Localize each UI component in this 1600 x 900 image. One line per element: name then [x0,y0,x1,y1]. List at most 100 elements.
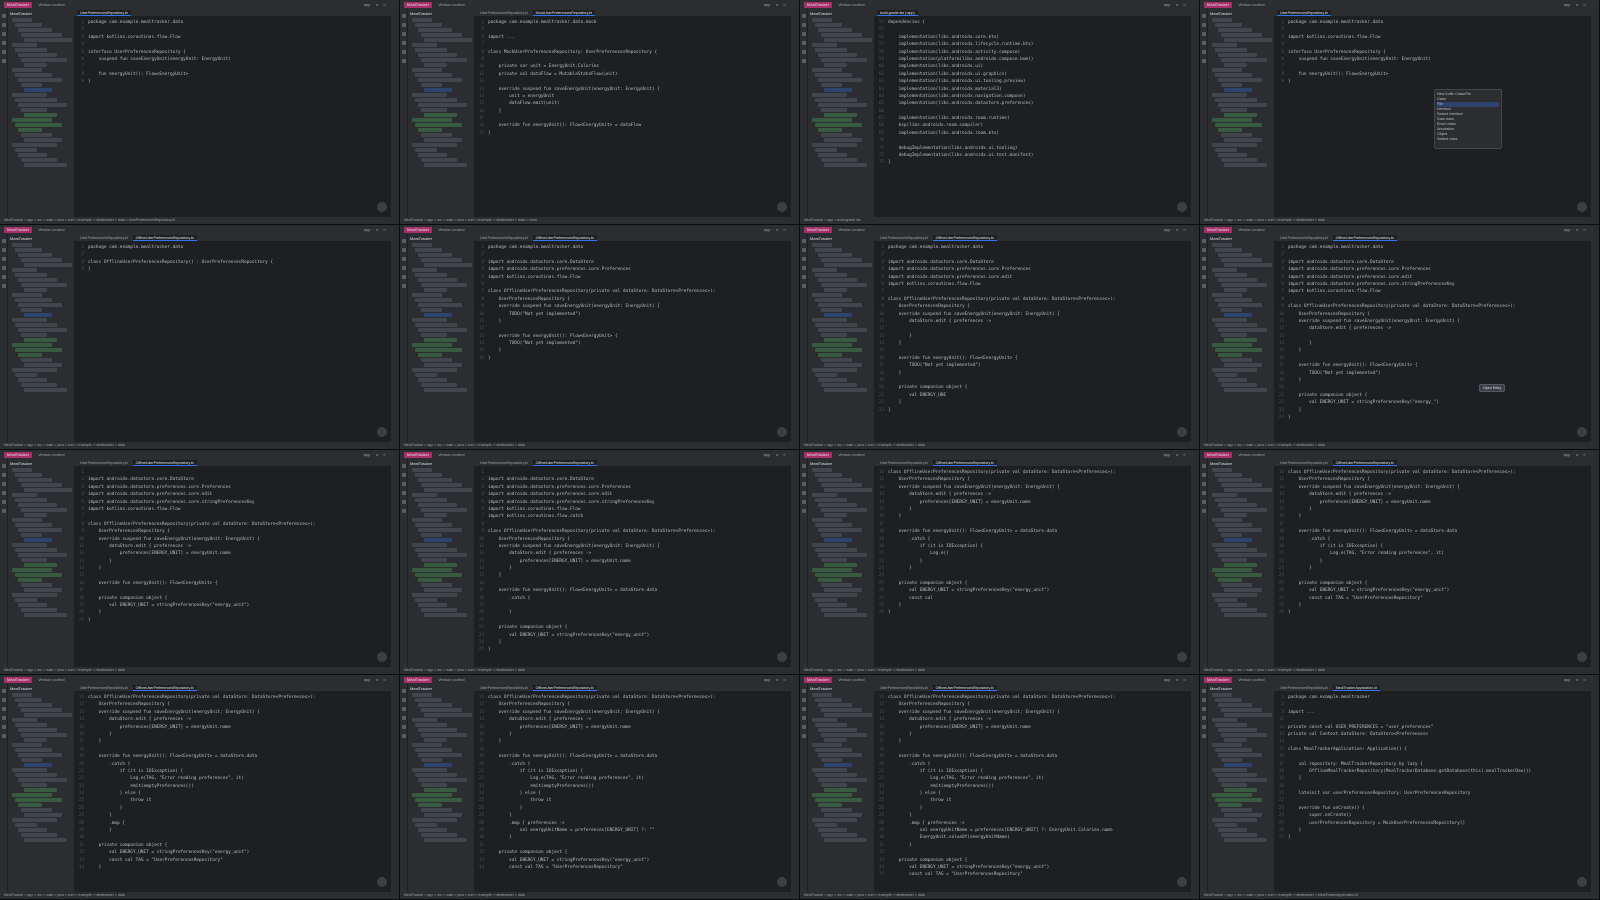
project-tree-row[interactable] [18,603,47,607]
code-line[interactable]: 24 } else { [874,790,1191,797]
code-text[interactable]: import androidx.datastore.preferences.co… [88,491,391,498]
code-text[interactable]: package com.example.mealtracker [1288,694,1591,701]
code-line[interactable]: 15 [74,572,391,579]
project-tree-row[interactable] [812,318,847,322]
toolbar-icons[interactable]: ▶ ⚙ ⋮ [776,677,795,682]
ai-assistant-icon[interactable] [1577,652,1587,662]
project-tree-row[interactable] [21,158,57,162]
code-line[interactable]: 13 override suspend fun saveEnergyUnit(e… [474,709,791,716]
code-text[interactable]: dataStore.edit { preferences -> [888,491,1191,498]
code-line[interactable]: 19 [474,602,791,609]
project-tree-row[interactable] [1224,613,1267,617]
code-line[interactable]: 14 [1274,738,1591,745]
toolbar-icons[interactable]: ▶ ⚙ ⋮ [776,452,795,457]
code-text[interactable]: dataStore.edit { preferences -> [1288,491,1591,498]
project-tree-row[interactable] [421,133,452,137]
vcs-widget[interactable]: Version control [838,452,864,457]
project-tree-row[interactable] [415,573,462,577]
code-text[interactable]: class OfflineUserPreferencesRepository(p… [888,296,1191,303]
project-tree-row[interactable] [12,43,37,47]
code-text[interactable] [488,617,791,624]
project-tree-row[interactable] [21,733,67,737]
code-text[interactable]: dataStore.edit { preferences -> [888,716,1191,723]
code-text[interactable]: val ENERGY_UNIT = stringPreferencesKey("… [1288,399,1591,406]
code-line[interactable]: 67 implementation(libs.androidx.room.run… [874,115,1191,122]
project-tree-row[interactable] [1224,738,1247,742]
code-line[interactable]: 32 [874,849,1191,856]
code-line[interactable]: 15 preferences[ENERGY_UNIT] = energyUnit… [874,724,1191,731]
project-tree-row[interactable] [24,538,52,542]
project-tree-row[interactable] [1212,693,1232,697]
code-text[interactable]: dataStore.edit { preferences -> [488,716,791,723]
code-text[interactable]: package com.example.mealtracker.data [888,244,1191,251]
project-tree-row[interactable] [1224,388,1267,392]
code-text[interactable]: Log.e() [888,550,1191,557]
code-text[interactable]: unit = energyUnit [488,93,791,100]
project-tree-row[interactable] [824,488,872,492]
project-tree-row[interactable] [18,353,42,357]
project-switcher[interactable]: MealTracker [1204,451,1233,458]
project-tree-row[interactable] [418,778,467,782]
project-tree-row[interactable] [421,808,452,812]
tool-window-icon[interactable] [1,266,6,270]
code-line[interactable]: 19 override fun energyUnit(): Flow<Energ… [874,753,1191,760]
project-tree-row[interactable] [821,833,857,837]
project-tree-row[interactable] [415,698,442,702]
code-line[interactable]: 21 [474,617,791,624]
code-line[interactable]: 62 implementation(libs.androidx.ui.tooli… [874,78,1191,85]
code-line[interactable]: 61 implementation(libs.androidx.ui.graph… [874,71,1191,78]
project-tree-row[interactable] [18,378,47,382]
tool-window-icon[interactable] [801,464,806,468]
tool-window-icon[interactable] [801,257,806,261]
project-switcher[interactable]: MealTracker [4,676,33,683]
code-text[interactable]: import kotlinx.coroutines.flow.Flow [1288,34,1591,41]
code-line[interactable]: 13 override suspend fun saveEnergyUnit(e… [474,86,791,93]
project-tree-row[interactable] [821,358,852,362]
tool-window-icon[interactable] [1201,482,1206,486]
project-tree-row[interactable] [1215,723,1247,727]
tool-window-icon[interactable] [1201,500,1206,504]
code-line[interactable]: 5 import androidx.datastore.preferences.c… [1274,274,1591,281]
code-text[interactable]: val ENERGY_UNIT = stringPreferencesKey("… [88,849,391,856]
code-text[interactable]: } [1288,834,1591,841]
code-text[interactable]: dataStore.edit { preferences -> [1288,325,1591,332]
tool-window-icon[interactable] [801,59,806,63]
project-tree-row[interactable] [421,833,457,837]
code-line[interactable]: 13 override suspend fun saveEnergyUnit(e… [74,709,391,716]
code-text[interactable]: implementation(libs.androidx.ui.graphics… [888,71,1191,78]
project-tree-row[interactable] [818,153,847,157]
code-line[interactable]: 20 [1274,384,1591,391]
project-tree-row[interactable] [418,103,467,107]
code-line[interactable]: 1 package com.example.mealtracker [1274,694,1591,701]
code-text[interactable] [1288,797,1591,804]
project-tree-row[interactable] [812,293,842,297]
project-tree-row[interactable] [812,243,832,247]
editor-tab[interactable]: UserPreferencesRepository.kt [877,235,931,241]
code-line[interactable]: 28 .map { [74,820,391,827]
tool-window-icon[interactable] [1201,41,1206,45]
code-text[interactable] [888,521,1191,528]
code-line[interactable]: 22 Log.e(TAG, "Error reading preferences… [474,775,791,782]
project-tree-row[interactable] [818,828,847,832]
project-tree-row[interactable] [1215,773,1257,777]
tool-window-icon[interactable] [1201,248,1206,252]
project-tree-row[interactable] [421,733,467,737]
project-tree-row[interactable] [424,338,457,342]
project-tree-row[interactable] [815,823,837,827]
code-editor[interactable]: UserPreferencesRepository.kt OfflineUserP… [74,684,391,892]
code-text[interactable]: } [1288,506,1591,513]
project-tree-row[interactable] [1215,598,1237,602]
project-tree-row[interactable] [818,528,862,532]
tool-window-icon[interactable] [401,32,406,36]
code-text[interactable]: } [88,827,391,834]
code-line[interactable]: 11 UserPreferencesRepository { [1274,476,1591,483]
code-text[interactable]: .catch { [1288,536,1591,543]
code-line[interactable]: 9 [474,56,791,63]
project-tree-row[interactable] [818,253,852,257]
code-text[interactable] [488,842,791,849]
project-tree-row[interactable] [1218,803,1242,807]
project-tree-row[interactable] [1212,768,1247,772]
code-text[interactable]: override fun energyUnit(): Flow<EnergyUn… [488,333,791,340]
project-tree-row[interactable] [15,748,52,752]
project-tree-row[interactable] [418,503,457,507]
